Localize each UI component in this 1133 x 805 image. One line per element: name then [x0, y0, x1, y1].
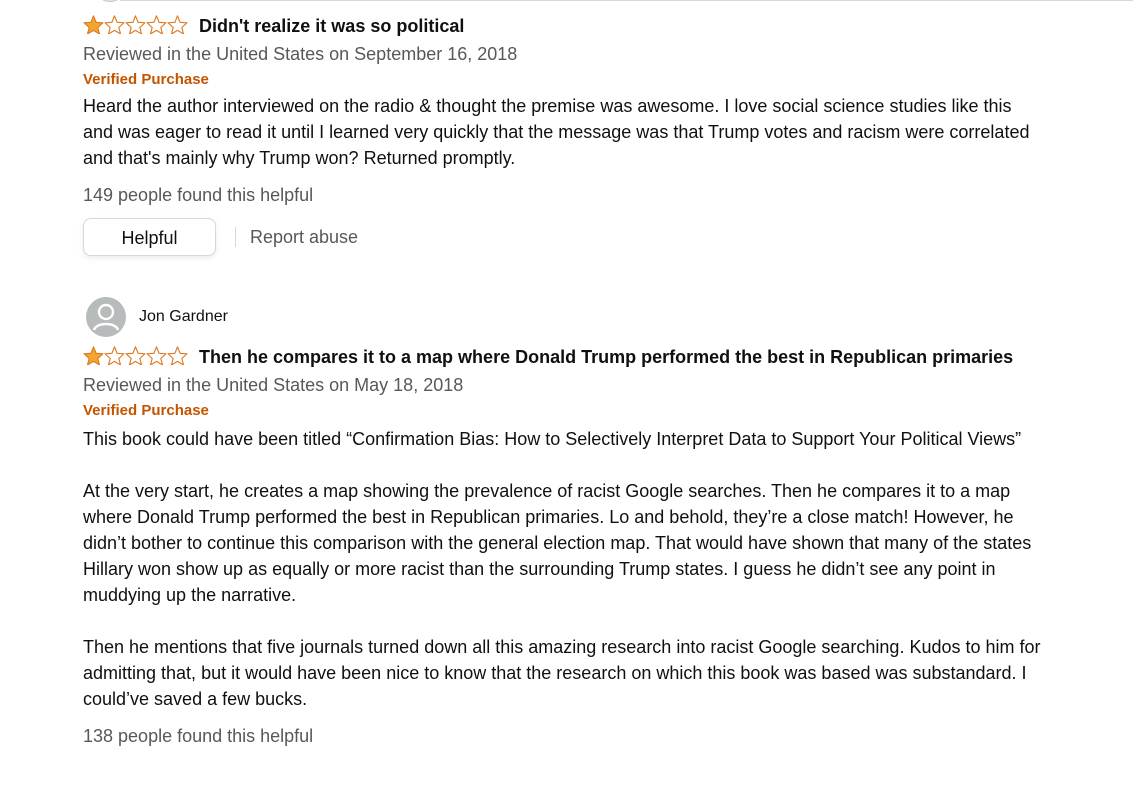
divider: [120, 0, 1133, 1]
reviewer-name: Jon Gardner: [139, 308, 228, 325]
report-abuse-link[interactable]: Report abuse: [250, 227, 358, 248]
review-paragraph: Heard the author interviewed on the radi…: [83, 96, 1030, 168]
verified-purchase-badge: Verified Purchase: [83, 402, 209, 419]
star-empty-icon: [104, 15, 125, 35]
review-card: Then he compares it to a map where Donal…: [83, 344, 1043, 749]
review-title-line[interactable]: Didn't realize it was so political: [83, 13, 1043, 41]
review-paragraph: At the very start, he creates a map show…: [83, 481, 1032, 605]
helpful-count: 138 people found this helpful: [83, 726, 314, 746]
review-paragraph: This book could have been titled “Confir…: [83, 429, 1022, 449]
review-paragraph: Then he mentions that five journals turn…: [83, 637, 1041, 709]
verified-purchase-badge: Verified Purchase: [83, 71, 209, 88]
review-actions: Helpful Report abuse: [83, 218, 1043, 256]
star-empty-icon: [167, 346, 188, 366]
star-empty-icon: [125, 15, 146, 35]
reviewer-profile[interactable]: Jon Gardner: [86, 297, 228, 337]
star-rating: [83, 15, 188, 41]
star-filled-icon: [83, 346, 104, 366]
star-empty-icon: [125, 346, 146, 366]
star-empty-icon: [167, 15, 188, 35]
review-date: Reviewed in the United States on May 18,…: [83, 375, 464, 395]
review-body: Heard the author interviewed on the radi…: [83, 93, 1043, 171]
helpful-count: 149 people found this helpful: [83, 185, 314, 205]
review-date: Reviewed in the United States on Septemb…: [83, 44, 518, 64]
person-icon: [86, 297, 126, 337]
review-list: Didn't realize it was so political Revie…: [0, 0, 1133, 805]
star-empty-icon: [146, 15, 167, 35]
divider: [235, 227, 236, 247]
review-title-line[interactable]: Then he compares it to a map where Donal…: [83, 344, 1043, 372]
helpful-button[interactable]: Helpful: [83, 218, 216, 256]
review-title: Then he compares it to a map where Donal…: [199, 347, 1014, 367]
star-filled-icon: [83, 15, 104, 35]
star-empty-icon: [146, 346, 167, 366]
review-title: Didn't realize it was so political: [199, 16, 465, 36]
star-rating: [83, 346, 188, 372]
review-card: Didn't realize it was so political Revie…: [83, 13, 1043, 256]
star-empty-icon: [104, 346, 125, 366]
review-body: This book could have been titled “Confir…: [83, 426, 1043, 712]
avatar: [86, 297, 126, 337]
